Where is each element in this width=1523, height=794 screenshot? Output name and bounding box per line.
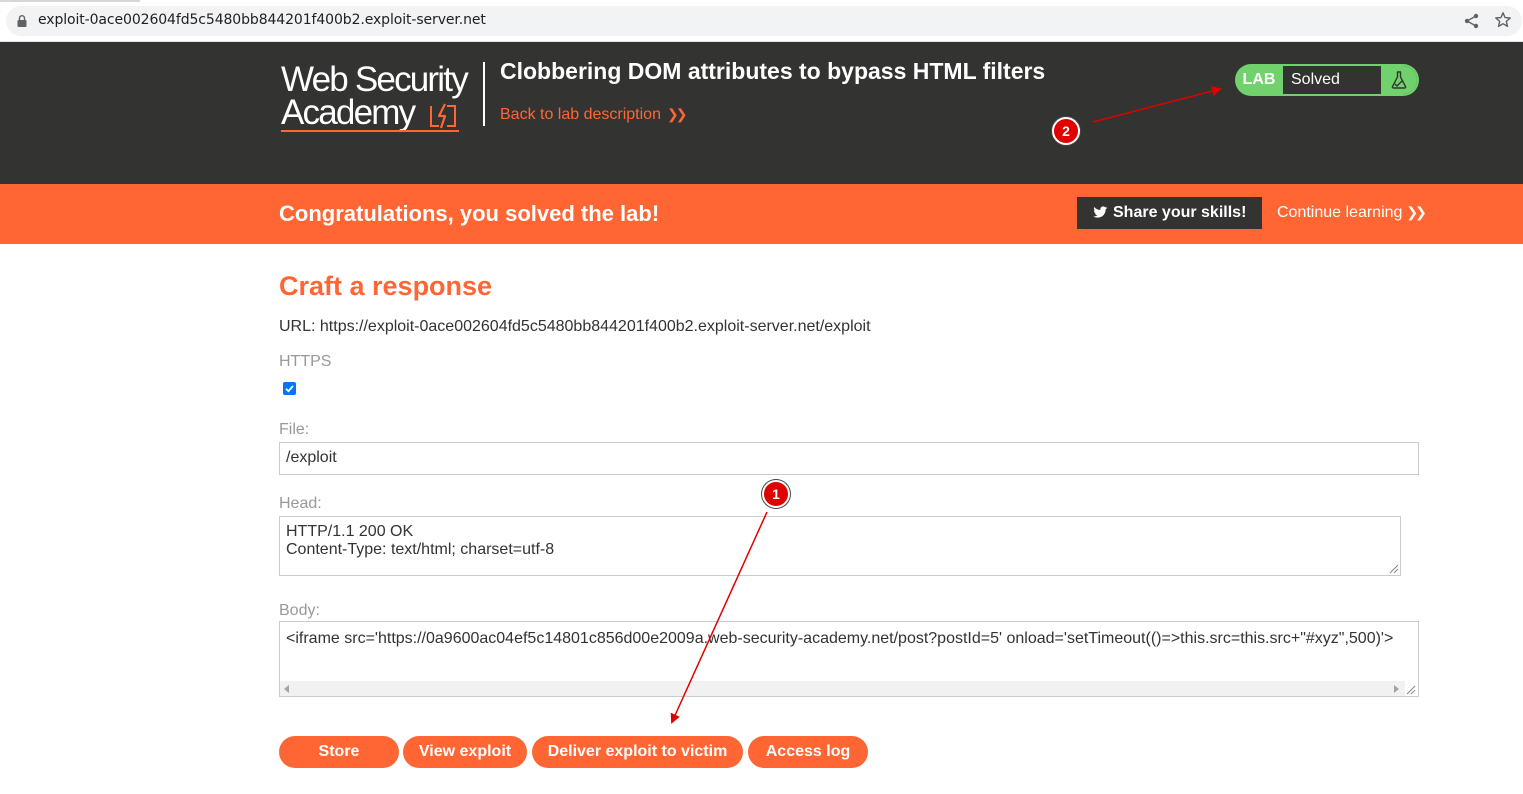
flask-icon	[1391, 71, 1407, 89]
lab-header: Web Security Academy Clobbering DOM attr…	[0, 42, 1523, 184]
file-input[interactable]: /exploit	[279, 442, 1419, 475]
body-horizontal-scrollbar[interactable]	[280, 681, 1405, 696]
congratulations-message: Congratulations, you solved the lab!	[279, 201, 660, 226]
head-textarea[interactable]: HTTP/1.1 200 OK Content-Type: text/html;…	[279, 516, 1401, 576]
continue-learning-label: Continue learning	[1277, 204, 1403, 221]
resize-grip-icon[interactable]	[1389, 564, 1399, 574]
https-checkbox[interactable]	[283, 382, 296, 395]
exploit-url: URL: https://exploit-0ace002604fd5c5480b…	[279, 318, 871, 335]
lab-status-box: Solved	[1283, 66, 1417, 94]
header-divider	[483, 62, 485, 126]
craft-response-title: Craft a response	[279, 271, 493, 301]
bookmark-star-icon[interactable]	[1494, 11, 1512, 29]
access-log-button[interactable]: Access log	[748, 736, 868, 768]
lock-icon	[17, 15, 27, 27]
store-button[interactable]: Store	[279, 736, 399, 768]
continue-learning-link[interactable]: Continue learning ❯❯	[1277, 204, 1427, 222]
deliver-exploit-button[interactable]: Deliver exploit to victim	[532, 736, 743, 768]
scroll-right-arrow-icon[interactable]	[1394, 685, 1399, 693]
lab-badge-label: LAB	[1242, 71, 1276, 88]
web-security-academy-logo[interactable]: Web Security Academy	[281, 62, 481, 134]
view-exploit-button[interactable]: View exploit	[403, 736, 527, 768]
body-label: Body:	[279, 602, 320, 619]
resize-grip-icon[interactable]	[1406, 685, 1416, 695]
share-skills-button[interactable]: Share your skills!	[1077, 197, 1262, 229]
back-link-label: Back to lab description	[500, 106, 661, 123]
twitter-icon	[1093, 206, 1108, 218]
logo-underline	[281, 130, 459, 132]
annotation-marker-1: 1	[762, 480, 790, 508]
share-icon[interactable]	[1463, 12, 1481, 30]
lab-status-text: Solved	[1291, 71, 1340, 88]
lab-status-badge: LAB Solved	[1235, 64, 1419, 96]
url-text[interactable]: exploit-0ace002604fd5c5480bb844201f400b2…	[38, 12, 486, 28]
checkmark-icon	[285, 385, 294, 393]
head-label: Head:	[279, 495, 322, 512]
tab-indicator	[0, 0, 140, 2]
flask-area	[1381, 66, 1417, 94]
double-chevron-right-icon: ❯❯	[666, 106, 688, 122]
https-label: HTTPS	[279, 353, 332, 370]
double-chevron-right-icon: ❯❯	[1406, 204, 1427, 220]
lab-title: Clobbering DOM attributes to bypass HTML…	[500, 58, 1046, 84]
browser-address-bar: exploit-0ace002604fd5c5480bb844201f400b2…	[0, 0, 1523, 42]
solved-banner: Congratulations, you solved the lab! Sha…	[0, 184, 1523, 244]
logo-line-2: Academy	[281, 93, 416, 132]
back-to-lab-description-link[interactable]: Back to lab description ❯❯	[500, 106, 688, 124]
scroll-left-arrow-icon[interactable]	[284, 685, 289, 693]
annotation-marker-2: 2	[1052, 117, 1080, 145]
share-skills-label: Share your skills!	[1113, 204, 1247, 221]
file-label: File:	[279, 421, 310, 438]
logo-bolt-icon	[430, 103, 456, 129]
